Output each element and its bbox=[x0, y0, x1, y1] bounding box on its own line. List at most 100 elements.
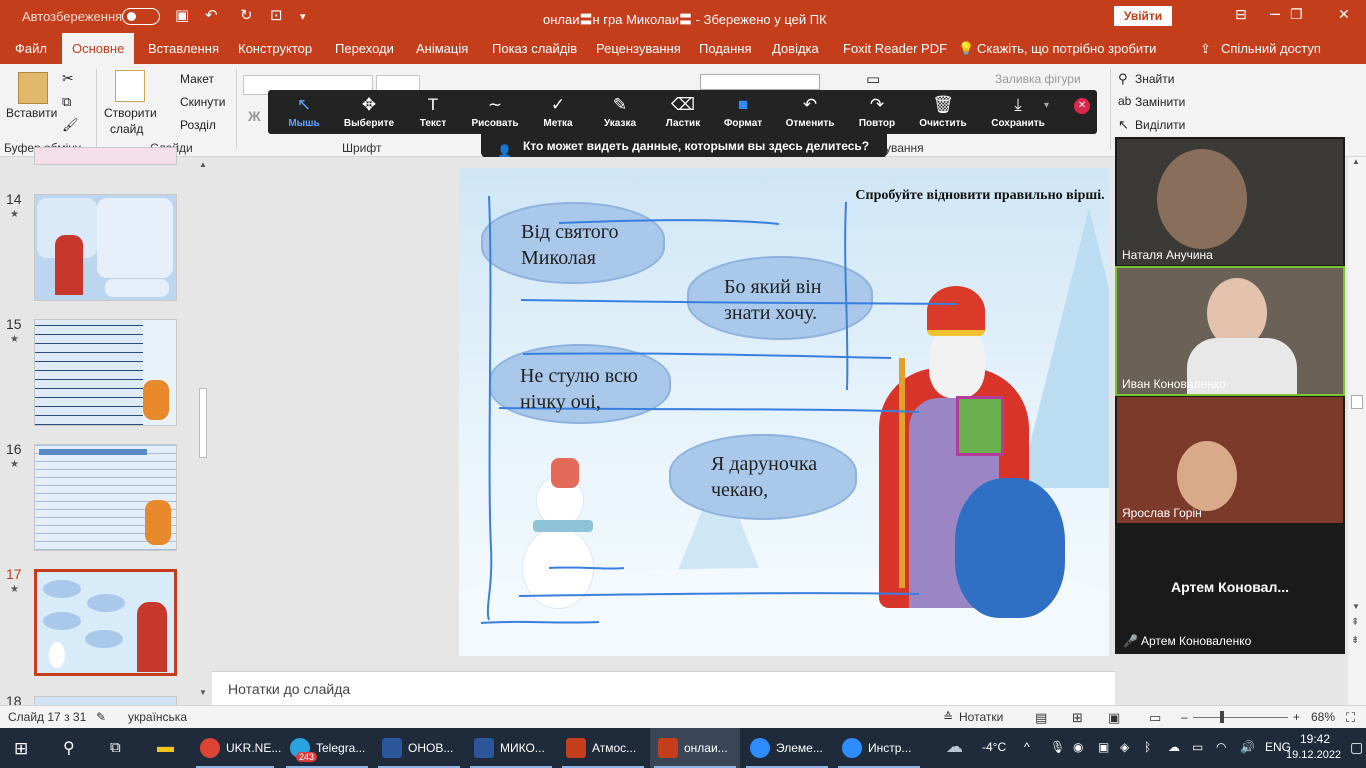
scrollbar-thumb[interactable] bbox=[1351, 395, 1363, 409]
taskbar-app-powerpoint-2[interactable]: онлаи... bbox=[650, 728, 740, 768]
battery-icon[interactable]: ▭ bbox=[1192, 740, 1203, 754]
paste-button[interactable]: Вставити bbox=[6, 106, 57, 120]
clock-date[interactable]: 19.12.2022 bbox=[1286, 749, 1341, 761]
ribbon-display-icon[interactable]: ⊟ bbox=[1235, 6, 1247, 23]
previous-slide-icon[interactable]: ⇞ bbox=[1351, 617, 1359, 628]
thumbnails-scrollbar[interactable]: ▲ ▼ bbox=[196, 160, 210, 700]
tab-slideshow[interactable]: Показ слайдів bbox=[492, 41, 577, 56]
taskbar-app-word-1[interactable]: ОНОВ... bbox=[374, 728, 464, 768]
zoom-slider-thumb[interactable] bbox=[1220, 711, 1224, 723]
reset-button[interactable]: Скинути bbox=[180, 95, 225, 109]
tab-foxit[interactable]: Foxit Reader PDF bbox=[843, 41, 947, 56]
tab-animations[interactable]: Анімація bbox=[416, 41, 468, 56]
sign-in-button[interactable]: Увійти bbox=[1114, 6, 1172, 26]
tell-me-search[interactable]: Скажіть, що потрібно зробити bbox=[977, 41, 1156, 56]
bluetooth-icon[interactable]: ᛒ bbox=[1144, 740, 1151, 754]
zoom-level[interactable]: 68% bbox=[1311, 710, 1335, 724]
taskbar-app-telegram[interactable]: Telegra... bbox=[282, 728, 372, 768]
undo-icon[interactable]: ↶ bbox=[205, 6, 218, 24]
fit-slide-icon[interactable]: ⛶ bbox=[1346, 710, 1355, 726]
next-slide-icon[interactable]: ⇟ bbox=[1351, 635, 1359, 646]
paste-icon[interactable] bbox=[18, 72, 48, 104]
scrollbar-thumb[interactable] bbox=[199, 388, 207, 458]
replace-button[interactable]: Замінити bbox=[1135, 95, 1185, 109]
zoom-in-icon[interactable]: + bbox=[1293, 710, 1300, 724]
notes-toggle-button[interactable]: Нотатки bbox=[959, 710, 1003, 724]
slide-thumbnail-15[interactable] bbox=[34, 319, 177, 426]
present-icon[interactable]: ⊡ bbox=[270, 6, 283, 24]
slide-thumbnail-13[interactable] bbox=[34, 147, 177, 165]
slide-thumbnail-17[interactable] bbox=[34, 569, 177, 676]
participant-tile[interactable]: Артем Коновал... 🎤 Артем Коноваленко bbox=[1117, 526, 1343, 652]
new-slide-icon[interactable] bbox=[115, 70, 145, 102]
share-button[interactable]: Спільний доступ bbox=[1221, 41, 1321, 56]
participant-tile[interactable]: Ярослав Горін bbox=[1117, 397, 1343, 523]
close-toolbar-icon[interactable]: ✕ bbox=[1074, 98, 1090, 114]
spellcheck-icon[interactable]: ✎ bbox=[96, 710, 106, 724]
reading-view-icon[interactable]: ▣ bbox=[1108, 710, 1120, 726]
taskbar-app-word-2[interactable]: МИКО... bbox=[466, 728, 556, 768]
autosave-toggle[interactable] bbox=[122, 8, 160, 25]
slide-scrollbar[interactable]: ▲ ▼ ⇞ ⇟ bbox=[1348, 157, 1366, 705]
taskbar-app-zoom-1[interactable]: Элеме... bbox=[742, 728, 832, 768]
search-icon[interactable]: ⚲ bbox=[63, 738, 75, 768]
select-button[interactable]: Виділити bbox=[1135, 118, 1185, 132]
scroll-up-icon[interactable]: ▲ bbox=[1352, 157, 1360, 166]
language-indicator[interactable]: українська bbox=[128, 710, 187, 724]
cut-icon[interactable]: ✂ bbox=[62, 70, 74, 87]
tray-chevron-icon[interactable]: ^ bbox=[1024, 740, 1030, 754]
tab-view[interactable]: Подання bbox=[699, 41, 752, 56]
tab-design[interactable]: Конструктор bbox=[238, 41, 312, 56]
normal-view-icon[interactable]: ▤ bbox=[1035, 710, 1047, 726]
slide-thumbnail-14[interactable] bbox=[34, 194, 177, 301]
close-icon[interactable]: ✕ bbox=[1338, 6, 1350, 23]
new-slide-label-2[interactable]: слайд bbox=[110, 122, 143, 136]
zoom-slider[interactable] bbox=[1193, 717, 1288, 718]
copy-icon[interactable]: ⧉ bbox=[62, 94, 71, 110]
participant-tile[interactable]: Наталя Анучина bbox=[1117, 139, 1343, 265]
volume-icon[interactable]: 🔊 bbox=[1240, 740, 1255, 754]
dropbox-icon[interactable]: ◈ bbox=[1120, 740, 1129, 754]
tab-transitions[interactable]: Переходи bbox=[335, 41, 394, 56]
onedrive-icon[interactable]: ☁ bbox=[1168, 740, 1180, 754]
scroll-up-icon[interactable]: ▲ bbox=[199, 160, 207, 169]
arrange-icon[interactable]: ▭ bbox=[866, 70, 880, 88]
tab-file[interactable]: Файл bbox=[15, 41, 47, 56]
zoom-tray-icon[interactable]: ◉ bbox=[1073, 740, 1083, 754]
microphone-icon[interactable]: 🎙 bbox=[1050, 740, 1065, 754]
find-button[interactable]: Знайти bbox=[1135, 72, 1174, 86]
section-button[interactable]: Розділ bbox=[180, 118, 216, 132]
share-visibility-notice[interactable]: 👤 Кто может видеть данные, которыми вы з… bbox=[481, 134, 887, 158]
taskbar-app-chrome[interactable]: UKR.NE... bbox=[192, 728, 281, 768]
notes-pane[interactable]: Нотатки до слайда bbox=[212, 671, 1115, 705]
tab-review[interactable]: Рецензування bbox=[596, 41, 681, 56]
clock-time[interactable]: 19:42 bbox=[1300, 732, 1330, 746]
tab-insert[interactable]: Вставлення bbox=[148, 41, 219, 56]
task-view-icon[interactable]: ⧉ bbox=[110, 739, 121, 768]
layout-button[interactable]: Макет bbox=[180, 72, 214, 86]
restore-icon[interactable]: ❐ bbox=[1290, 6, 1303, 23]
save-icon[interactable]: ▣ bbox=[175, 6, 189, 24]
bold-icon[interactable]: Ж bbox=[248, 108, 261, 124]
wifi-icon[interactable]: ◠ bbox=[1216, 740, 1226, 754]
windows-start-icon[interactable]: ⊞ bbox=[14, 739, 28, 768]
minimize-icon[interactable]: – bbox=[1270, 3, 1280, 24]
redo-icon[interactable]: ↻ bbox=[240, 6, 253, 24]
new-slide-label-1[interactable]: Створити bbox=[104, 106, 157, 120]
notifications-icon[interactable]: ▢ bbox=[1350, 739, 1363, 756]
customize-qat-icon[interactable]: ▾ bbox=[300, 10, 306, 23]
file-explorer-icon[interactable]: ▬ bbox=[157, 737, 174, 768]
taskbar-app-powerpoint-1[interactable]: Атмос... bbox=[558, 728, 648, 768]
app-tray-icon[interactable]: ▣ bbox=[1098, 740, 1109, 754]
shapes-gallery[interactable] bbox=[700, 74, 820, 90]
format-painter-icon[interactable]: 🖌 bbox=[62, 117, 79, 133]
taskbar-app-zoom-2[interactable]: Инстр... bbox=[834, 728, 924, 768]
scroll-down-icon[interactable]: ▼ bbox=[199, 688, 207, 697]
slide-sorter-icon[interactable]: ⊞ bbox=[1072, 710, 1083, 726]
clear-tool[interactable]: 🗑 Очистить bbox=[903, 94, 983, 129]
save-options-chevron-icon[interactable]: ▾ bbox=[1044, 100, 1049, 111]
scroll-down-icon[interactable]: ▼ bbox=[1352, 602, 1360, 611]
tab-help[interactable]: Довідка bbox=[772, 41, 819, 56]
temperature[interactable]: -4°C bbox=[982, 740, 1006, 754]
slide-thumbnail-16[interactable] bbox=[34, 444, 177, 551]
